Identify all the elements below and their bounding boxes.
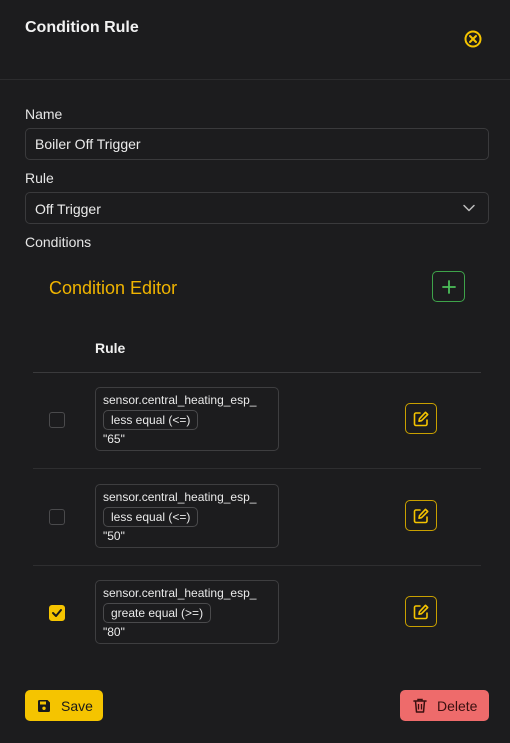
add-condition-button[interactable]: [432, 271, 465, 302]
edit-icon: [413, 508, 429, 523]
row-divider: [33, 468, 481, 469]
close-button[interactable]: [462, 28, 484, 50]
name-label: Name: [25, 106, 63, 122]
rule-select-value: Off Trigger: [35, 201, 101, 217]
save-icon: [38, 699, 50, 712]
condition-sensor: sensor.central_heating_esp_: [103, 586, 257, 600]
condition-operator-badge: less equal (<=): [103, 410, 199, 430]
condition-sensor: sensor.central_heating_esp_: [103, 393, 257, 407]
condition-row: sensor.central_heating_esp_ less equal (…: [33, 470, 481, 566]
edit-icon: [413, 411, 429, 426]
chevron-down-icon: [463, 204, 475, 212]
condition-summary: sensor.central_heating_esp_ less equal (…: [95, 387, 279, 451]
plus-icon: [441, 279, 456, 294]
condition-row: sensor.central_heating_esp_ greate equal…: [33, 566, 481, 662]
name-input[interactable]: [25, 128, 489, 160]
rule-select[interactable]: Off Trigger: [25, 192, 489, 224]
delete-button-label: Delete: [437, 697, 478, 714]
rule-label: Rule: [25, 170, 54, 186]
condition-value: "80": [103, 625, 125, 639]
trash-icon: [413, 698, 427, 713]
condition-sensor: sensor.central_heating_esp_: [103, 490, 257, 504]
column-header-rule: Rule: [95, 340, 126, 356]
edit-condition-button[interactable]: [405, 403, 437, 434]
dialog-header: Condition Rule: [0, 0, 510, 80]
row-checkbox[interactable]: [49, 605, 65, 621]
condition-operator-badge: less equal (<=): [103, 507, 199, 527]
condition-operator-badge: greate equal (>=): [103, 603, 212, 623]
condition-summary: sensor.central_heating_esp_ less equal (…: [95, 484, 279, 548]
condition-value: "65": [103, 432, 125, 446]
condition-editor-title: Condition Editor: [49, 278, 178, 298]
save-button-label: Save: [61, 697, 93, 714]
row-checkbox[interactable]: [49, 412, 65, 428]
condition-summary: sensor.central_heating_esp_ greate equal…: [95, 580, 279, 644]
edit-icon: [413, 604, 429, 619]
row-checkbox[interactable]: [49, 509, 65, 525]
edit-condition-button[interactable]: [405, 596, 437, 627]
checkmark-icon: [52, 609, 62, 617]
save-button[interactable]: Save: [25, 690, 103, 721]
dialog-title: Condition Rule: [25, 19, 139, 36]
condition-value: "50": [103, 529, 125, 543]
edit-condition-button[interactable]: [405, 500, 437, 531]
delete-button[interactable]: Delete: [400, 690, 489, 721]
condition-row: sensor.central_heating_esp_ less equal (…: [33, 373, 481, 469]
close-circle-icon: [464, 30, 482, 48]
conditions-label: Conditions: [25, 234, 92, 250]
